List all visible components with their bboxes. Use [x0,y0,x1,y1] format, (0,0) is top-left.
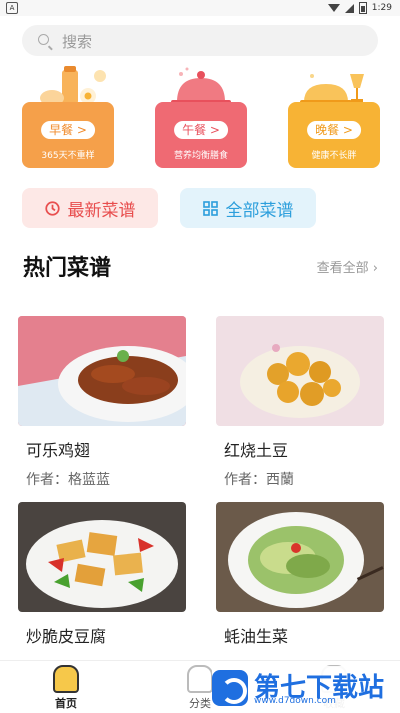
lunch-subtitle: 营养均衡膳食 [173,151,228,161]
sim-indicator: A [6,2,18,14]
recipe-author: 作者：西蘭 [224,472,294,488]
category-icon [187,665,213,693]
recipe-photo [18,502,186,612]
recipe-name: 可乐鸡翅 [26,441,91,460]
breakfast-illustration-icon [40,66,106,106]
search-bar[interactable]: 搜索 [22,25,378,56]
signal-icon [344,3,354,13]
grid-icon [202,200,218,216]
watermark: 第七下载站 www.d7down.com [212,666,398,710]
recipe-photo [216,316,384,426]
battery-icon [358,2,367,14]
recipe-card[interactable]: 炒脆皮豆腐 [18,502,186,646]
breakfast-button[interactable]: 早餐 > [41,121,95,139]
recipe-photo [216,502,384,612]
tab-category-label: 分类 [189,697,211,710]
search-icon [38,34,49,45]
latest-recipes-button[interactable]: 最新菜谱 [22,188,158,228]
dinner-subtitle: 健康不长胖 [311,151,357,161]
recipe-card[interactable]: 蚝油生菜 [216,502,384,646]
latest-recipes-label: 最新菜谱 [67,200,136,221]
dinner-illustration-icon [300,74,364,105]
recipe-name: 蚝油生菜 [224,627,289,646]
lunch-button[interactable]: 午餐 > [174,121,228,139]
lunch-card[interactable]: 午餐 > 营养均衡膳食 [155,66,247,170]
recipe-card[interactable]: 红烧土豆 作者：西蘭 [216,316,384,488]
recipe-author: 作者：格蓝蓝 [26,472,110,488]
watermark-logo-icon [212,670,248,706]
watermark-url: www.d7down.com [254,696,336,706]
home-icon [53,665,79,693]
status-time: 1:29 [371,3,392,13]
search-placeholder: 搜索 [62,33,93,51]
recipe-name: 红烧土豆 [224,441,289,460]
breakfast-subtitle: 365天不重样 [41,151,95,161]
view-all-link[interactable]: 查看全部 › [317,257,378,276]
recipe-photo [18,316,186,426]
status-bar: A 1:29 [0,0,400,16]
dinner-button[interactable]: 晚餐 > [307,121,361,139]
lunch-illustration-icon [171,67,231,105]
tab-home[interactable]: 首页 [26,665,106,711]
recipe-card[interactable]: 可乐鸡翅 作者：格蓝蓝 [18,316,186,488]
clock-icon [44,200,60,216]
all-recipes-label: 全部菜谱 [225,200,294,221]
breakfast-card[interactable]: 早餐 > 365天不重样 [22,66,114,170]
all-recipes-button[interactable]: 全部菜谱 [180,188,316,228]
section-title: 热门菜谱 [23,256,112,281]
dinner-card[interactable]: 晚餐 > 健康不长胖 [288,66,380,170]
tab-home-label: 首页 [55,697,77,710]
wifi-icon [327,4,340,12]
recipe-name: 炒脆皮豆腐 [26,627,107,646]
